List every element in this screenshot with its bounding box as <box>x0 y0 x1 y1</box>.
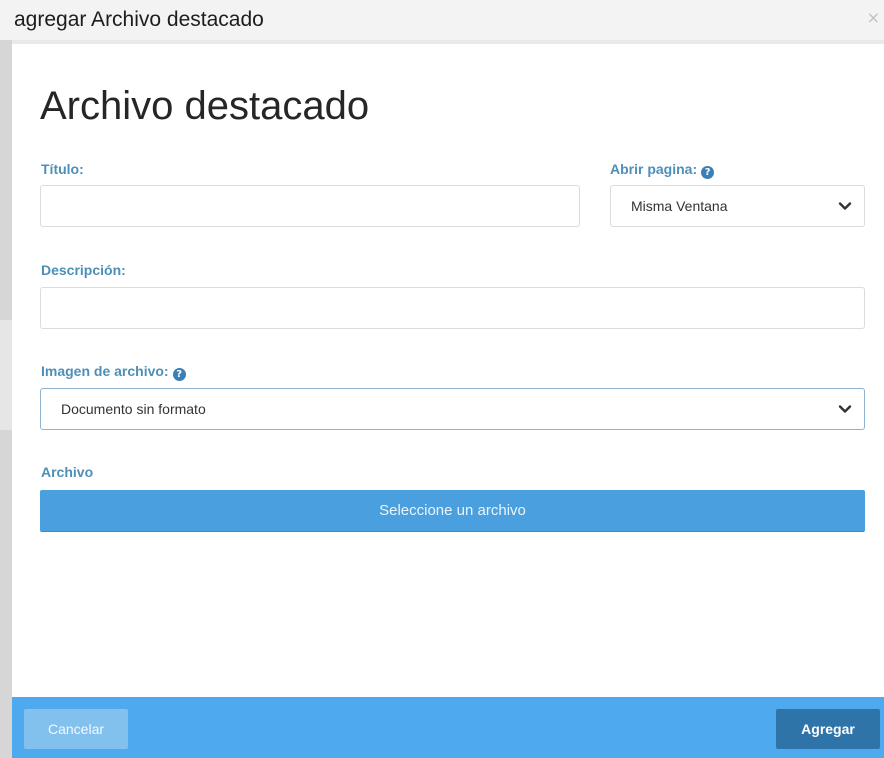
add-button-label: Agregar <box>801 721 855 737</box>
cancel-button-label: Cancelar <box>47 721 105 737</box>
file-image-select[interactable]: Documento sin formato <box>40 388 865 430</box>
file-label-text: Archivo <box>41 464 94 480</box>
background-strip <box>0 40 12 758</box>
description-label-text: Descripción: <box>41 262 126 278</box>
description-label: Descripción: <box>41 262 126 278</box>
background-strip-segment <box>0 320 12 430</box>
open-page-label: Abrir pagina:? <box>610 161 715 179</box>
close-icon[interactable]: × <box>867 10 880 26</box>
dialog-footer: Cancelar Agregar <box>12 697 884 758</box>
open-page-select-value: Misma Ventana <box>631 198 728 214</box>
open-page-label-text: Abrir pagina: <box>610 161 698 177</box>
file-label: Archivo <box>41 464 93 480</box>
description-input[interactable] <box>40 287 865 329</box>
title-input[interactable] <box>40 185 580 227</box>
chevron-down-icon <box>838 405 852 413</box>
file-image-label-text: Imagen de archivo: <box>41 363 169 379</box>
dialog: Archivo destacado Título: Abrir pagina:?… <box>12 44 884 758</box>
file-image-select-value: Documento sin formato <box>61 401 206 417</box>
chevron-down-icon <box>838 202 852 210</box>
title-label-text: Título: <box>41 161 84 177</box>
select-file-button[interactable]: Seleccione un archivo <box>40 490 865 532</box>
open-page-select[interactable]: Misma Ventana <box>610 185 865 227</box>
add-button[interactable]: Agregar <box>776 709 880 749</box>
dialog-heading: Archivo destacado <box>40 84 370 128</box>
window-titlebar: agregar Archivo destacado × <box>0 0 884 40</box>
file-image-label: Imagen de archivo:? <box>41 363 186 381</box>
window-title: agregar Archivo destacado <box>14 8 264 31</box>
select-file-button-label: Seleccione un archivo <box>379 502 526 519</box>
title-label: Título: <box>41 161 84 177</box>
help-icon[interactable]: ? <box>172 368 186 381</box>
cancel-button[interactable]: Cancelar <box>24 709 128 749</box>
help-icon[interactable]: ? <box>701 166 715 179</box>
